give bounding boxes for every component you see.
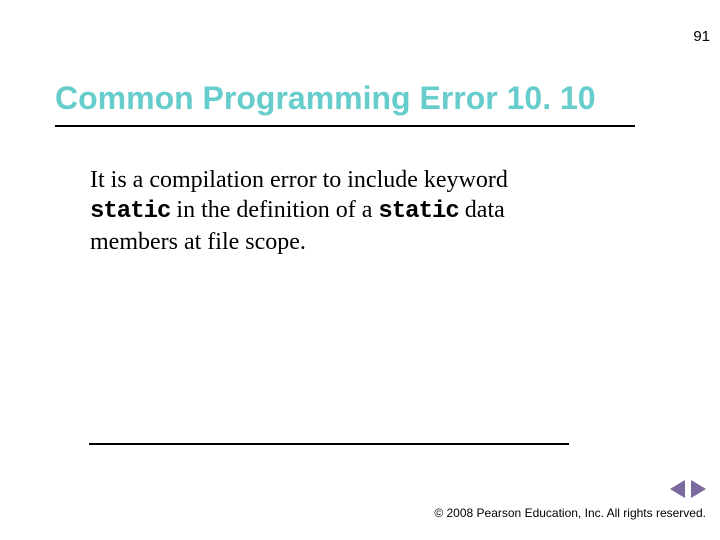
copyright-text: © 2008 Pearson Education, Inc. All right… [434,506,706,520]
keyword-static-2: static [378,198,458,225]
body-text: It is a compilation error to include key… [55,165,565,257]
slide-content: Common Programming Error 10. 10 It is a … [0,0,720,257]
page-number: 91 [693,28,710,45]
prev-arrow-icon[interactable] [670,480,685,498]
title-divider [55,125,635,127]
slide-title: Common Programming Error 10. 10 [55,80,665,117]
next-arrow-icon[interactable] [691,480,706,498]
bottom-divider [89,443,569,445]
body-part-1: It is a compilation error to include key… [90,167,508,193]
nav-controls [670,480,706,498]
keyword-static-1: static [90,198,170,225]
body-part-2: in the definition of a [170,197,378,223]
